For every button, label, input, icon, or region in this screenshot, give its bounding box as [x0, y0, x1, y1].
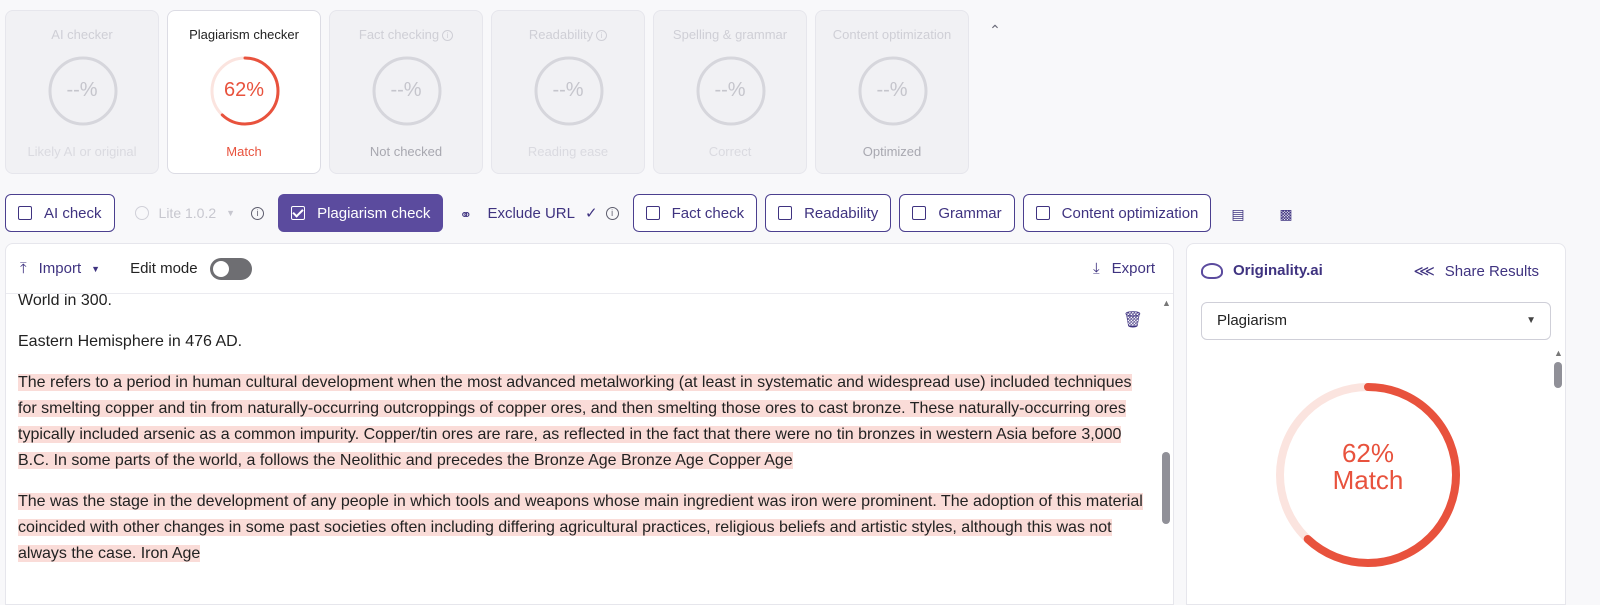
card-score: --% [390, 79, 422, 101]
card-score: --% [66, 79, 98, 101]
chevron-down-icon: ▼ [91, 263, 101, 274]
share-icon: ⋘ [1413, 263, 1435, 280]
card-readability[interactable]: Readability i --% Reading ease [491, 10, 645, 174]
plagiarism-check-button[interactable]: Plagiarism check [278, 194, 444, 232]
card-title: AI checker [51, 27, 113, 42]
paragraph: World in 300. [18, 294, 112, 309]
fact-check-button[interactable]: Fact check [632, 194, 758, 232]
card-footer: Reading ease [527, 144, 609, 159]
card-footer: Likely AI or original [27, 144, 137, 159]
chevron-up-icon[interactable]: ⌃ [987, 22, 1003, 38]
brain-logo-icon [1201, 262, 1223, 279]
link-off-icon: ⚭ [459, 207, 473, 224]
checkbox-icon [18, 206, 32, 220]
card-ai-checker[interactable]: AI checker --% Likely AI or original [5, 10, 159, 174]
exclude-url-toggle[interactable]: ⚭ Exclude URL ✓ [459, 204, 598, 225]
editor-scrollbar[interactable]: ▲ [1159, 294, 1173, 604]
card-spelling-grammar[interactable]: Spelling & grammar --% Correct [653, 10, 807, 174]
plagiarism-highlight[interactable]: The was the stage in the development of … [18, 493, 1143, 562]
comment-icon[interactable]: ▩ [1279, 206, 1295, 222]
paragraph-highlighted: The was the stage in the development of … [18, 489, 1147, 567]
info-icon[interactable]: i [251, 206, 265, 220]
results-panel: Originality.ai ⋘ Share Results Plagiarism… [1186, 243, 1566, 605]
card-title: Plagiarism checker [189, 27, 299, 42]
card-title: Readability i [492, 27, 644, 42]
checkbox-icon [778, 206, 793, 220]
download-icon: ⤓ [1093, 260, 1100, 277]
paragraph: Eastern Hemisphere in 476 AD. [18, 333, 243, 350]
edit-mode-label: Edit mode [130, 260, 198, 277]
scroll-up-arrow[interactable]: ▲ [1554, 348, 1563, 358]
check-toolbar: AI check Lite 1.0.2 ▼ i Plagiarism check … [5, 194, 1315, 232]
card-content-optimization[interactable]: Content optimization --% Optimized [815, 10, 969, 174]
chevron-down-icon: ▼ [226, 208, 236, 218]
card-title: Spelling & grammar [672, 27, 788, 42]
checkbox-icon [1035, 206, 1050, 220]
toggle-knob [212, 260, 229, 277]
editor-header: ⤒ Import ▼ Edit mode ⤓ Export [6, 244, 1173, 294]
match-score-value: 62% [1341, 438, 1395, 468]
readability-button[interactable]: Readability [765, 194, 892, 232]
info-icon: i [442, 30, 454, 41]
card-footer: Match [226, 144, 262, 159]
export-button[interactable]: ⤓ Export [1093, 260, 1155, 277]
card-title: Fact checking i [330, 27, 482, 42]
edit-mode-toggle[interactable] [209, 257, 252, 280]
card-score: --% [714, 79, 746, 101]
match-score-text: 62% Match [1273, 440, 1463, 494]
checkbox-checked-icon [291, 206, 306, 220]
card-plagiarism-checker[interactable]: Plagiarism checker 62% Match [167, 10, 321, 174]
brand: Originality.ai [1201, 262, 1323, 279]
upload-icon: ⤒ [20, 260, 27, 277]
card-footer: Optimized [862, 144, 922, 159]
checkbox-icon [912, 206, 927, 220]
editor-panel: ⤒ Import ▼ Edit mode ⤓ Export World in 300.… [5, 243, 1174, 605]
scrollbar-thumb[interactable] [1554, 362, 1562, 388]
info-icon[interactable]: i [605, 206, 619, 220]
card-footer: Correct [708, 144, 752, 159]
card-score: --% [552, 79, 584, 101]
calendar-icon[interactable]: ▤ [1231, 206, 1247, 222]
editor-content[interactable]: World in 300. Eastern Hemisphere in 476 … [6, 294, 1159, 604]
globe-icon [134, 206, 149, 220]
scroll-up-arrow[interactable]: ▲ [1162, 298, 1171, 308]
plagiarism-highlight[interactable]: The refers to a period in human cultural… [18, 374, 1132, 469]
model-select[interactable]: Lite 1.0.2 ▼ [134, 205, 236, 221]
check-icon: ✓ [584, 205, 598, 222]
info-icon: i [596, 30, 608, 41]
result-type-select[interactable]: Plagiarism ▼ [1201, 302, 1551, 340]
card-score: --% [876, 79, 908, 101]
content-optimization-button[interactable]: Content optimization [1022, 194, 1212, 232]
paragraph-highlighted: The refers to a period in human cultural… [18, 370, 1147, 474]
card-score: 62% [223, 79, 265, 101]
import-button[interactable]: ⤒ Import ▼ [20, 260, 100, 277]
card-title: Content optimization [832, 27, 952, 42]
results-scrollbar[interactable]: ▲ [1551, 344, 1565, 604]
card-fact-checking[interactable]: Fact checking i --% Not checked [329, 10, 483, 174]
card-footer: Not checked [369, 144, 443, 159]
grammar-button[interactable]: Grammar [899, 194, 1015, 232]
chevron-down-icon: ▼ [1526, 315, 1536, 326]
score-cards: AI checker --% Likely AI or original Pla… [5, 10, 969, 174]
scrollbar-thumb[interactable] [1162, 452, 1170, 524]
trash-icon[interactable]: 🗑 [1123, 310, 1143, 330]
share-results-button[interactable]: ⋘ Share Results [1413, 262, 1539, 281]
ai-check-button[interactable]: AI check [5, 194, 115, 232]
match-score-label: Match [1332, 465, 1404, 495]
checkbox-icon [645, 206, 660, 220]
